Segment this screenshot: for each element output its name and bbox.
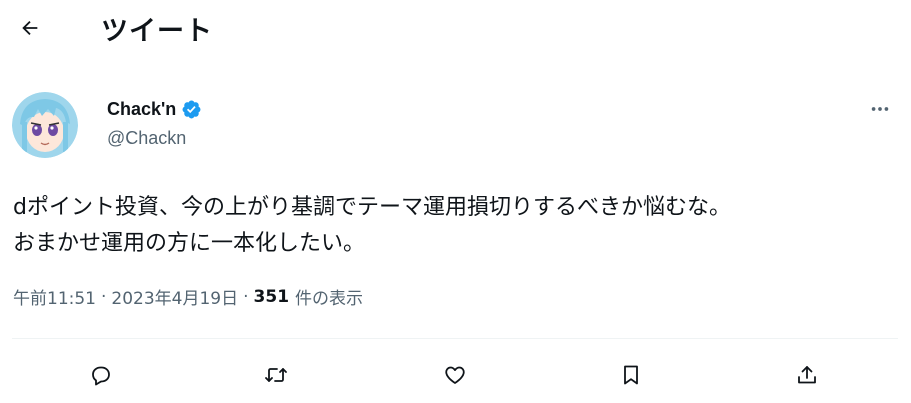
display-name[interactable]: Chack'n: [107, 99, 176, 120]
tweet-text-line: おまかせ運用の方に一本化したい。: [13, 231, 366, 256]
tweet-date[interactable]: 2023年4月19日: [111, 284, 238, 309]
retweet-button[interactable]: [259, 358, 293, 392]
reply-button[interactable]: [84, 358, 118, 392]
more-horizontal-icon: [871, 107, 889, 111]
views-count: 351: [253, 286, 290, 307]
page-title: ツイート: [101, 16, 213, 47]
separator: ·: [243, 286, 249, 307]
like-button[interactable]: [438, 358, 472, 392]
tweet-meta: 午前11:51 · 2023年4月19日 · 351 件の表示: [13, 284, 364, 310]
tweet-header: ツイート: [0, 0, 911, 58]
tweet-text: dポイント投資、今の上がり基調でテーマ運用損切りするべきか悩むな。 おまかせ運用…: [13, 190, 893, 262]
divider: [12, 338, 898, 339]
views-label: 件の表示: [295, 289, 364, 309]
more-options-button[interactable]: [862, 94, 898, 124]
avatar[interactable]: [12, 92, 78, 158]
tweet-author: Chack'n @Chackn: [107, 96, 202, 149]
back-button[interactable]: [12, 10, 48, 46]
tweet-text-line: dポイント投資、今の上がり基調でテーマ運用損切りするべきか悩むな。: [13, 195, 731, 220]
tweet-time[interactable]: 午前11:51: [13, 284, 96, 309]
heart-icon: [445, 366, 465, 384]
arrow-left-icon: [22, 20, 38, 36]
separator: ·: [101, 286, 107, 307]
share-icon: [798, 366, 816, 384]
retweet-icon: [265, 368, 287, 382]
share-button[interactable]: [790, 358, 824, 392]
bookmark-icon: [624, 365, 638, 385]
bookmark-button[interactable]: [614, 358, 648, 392]
user-handle[interactable]: @Chackn: [107, 128, 202, 149]
verified-badge-icon[interactable]: [181, 99, 202, 120]
reply-icon: [92, 366, 110, 386]
